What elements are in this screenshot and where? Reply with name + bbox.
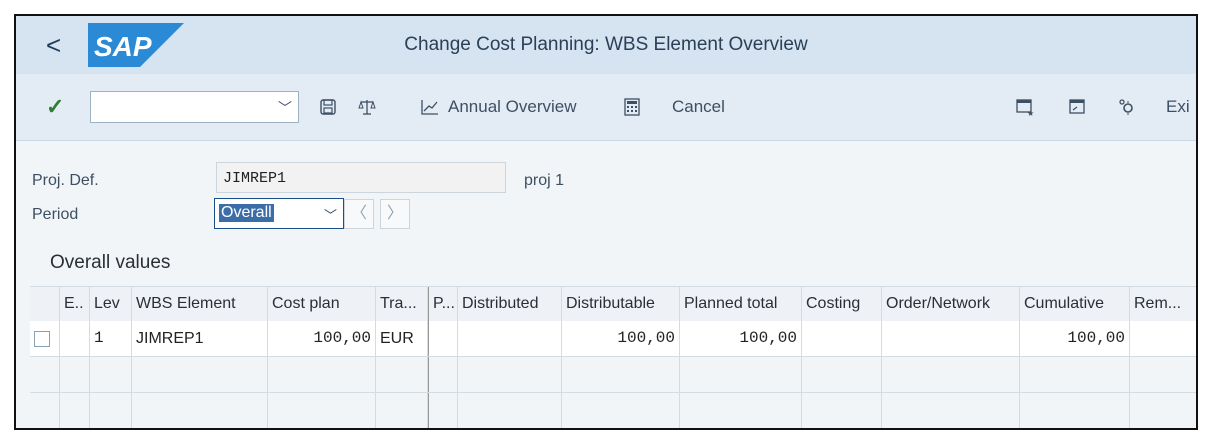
column-header[interactable]: WBS Element [132,287,268,321]
create-session-icon[interactable]: ★ [1016,74,1034,140]
table-cell: EUR [376,321,428,356]
row-selector[interactable] [30,321,60,356]
column-header[interactable]: Tra... [376,287,428,321]
chevron-down-icon[interactable]: ﹀ [278,98,292,118]
column-header [30,287,60,321]
table-row[interactable]: 1 JIMREP1 100,00 EUR 100,00 100,00 100,0… [30,321,1196,357]
next-period-button[interactable]: 〉 [380,199,410,229]
horizontal-scrollbar[interactable] [456,429,1184,430]
period-value: Overall [219,204,274,222]
column-header[interactable]: Rem... [1130,287,1196,321]
table-cell [458,321,562,356]
table-cell: 100,00 [562,321,680,356]
table-cell: 100,00 [1020,321,1130,356]
title-bar: < SAP Change Cost Planning: WBS Element … [16,16,1196,74]
cost-plan-input[interactable]: 100,00 [268,321,376,356]
sap-window: < SAP Change Cost Planning: WBS Element … [14,14,1198,430]
period-label: Period [32,206,79,223]
table-row[interactable] [30,357,1196,393]
save-icon[interactable] [320,74,336,140]
column-header[interactable]: Cumulative [1020,287,1130,321]
settings-icon[interactable] [1118,74,1136,140]
balance-icon[interactable] [358,74,376,140]
section-title: Overall values [50,252,171,273]
calculator-icon[interactable] [624,74,640,140]
open-session-icon[interactable] [1068,74,1086,140]
table-cell [882,321,1020,356]
table-cell: 1 [90,321,132,356]
table-row[interactable] [30,393,1196,428]
chart-icon [421,100,438,115]
proj-def-label: Proj. Def. [32,172,99,189]
column-header[interactable]: Order/Network [882,287,1020,321]
application-toolbar: ✓ ﹀ Annual Overview Cancel ★ Exi [16,74,1196,141]
table-cell [428,321,458,356]
svg-text:★: ★ [1027,109,1034,116]
column-header[interactable]: Lev [90,287,132,321]
proj-def-description: proj 1 [524,172,565,189]
row-checkbox[interactable] [34,331,50,347]
exit-button[interactable]: Exi [1166,74,1190,140]
column-header[interactable]: Costing [802,287,882,321]
chevron-down-icon[interactable]: ﹀ [324,205,337,224]
column-header[interactable]: Distributed [458,287,562,321]
checkmark-icon[interactable]: ✓ [46,74,64,140]
annual-overview-label: Annual Overview [448,97,577,116]
column-header[interactable]: Distributable [562,287,680,321]
table-cell [60,321,90,356]
annual-overview-button[interactable]: Annual Overview [420,74,577,140]
column-header[interactable]: E.. [60,287,90,321]
page-title: Change Cost Planning: WBS Element Overvi… [404,34,808,55]
period-select[interactable]: Overall ﹀ [214,198,344,229]
column-header[interactable]: P... [428,287,458,321]
column-header[interactable]: Cost plan [268,287,376,321]
table-cell: 100,00 [680,321,802,356]
proj-def-field[interactable]: JIMREP1 [216,162,506,193]
table-header: E.. Lev WBS Element Cost plan Tra... P..… [30,286,1196,322]
table-cell [1130,321,1196,356]
table-cell[interactable]: JIMREP1 [132,321,268,356]
column-header[interactable]: Planned total [680,287,802,321]
table-cell [802,321,882,356]
cancel-button[interactable]: Cancel [672,74,725,140]
previous-period-button[interactable]: 〈 [344,199,374,229]
command-field[interactable]: ﹀ [90,91,299,123]
